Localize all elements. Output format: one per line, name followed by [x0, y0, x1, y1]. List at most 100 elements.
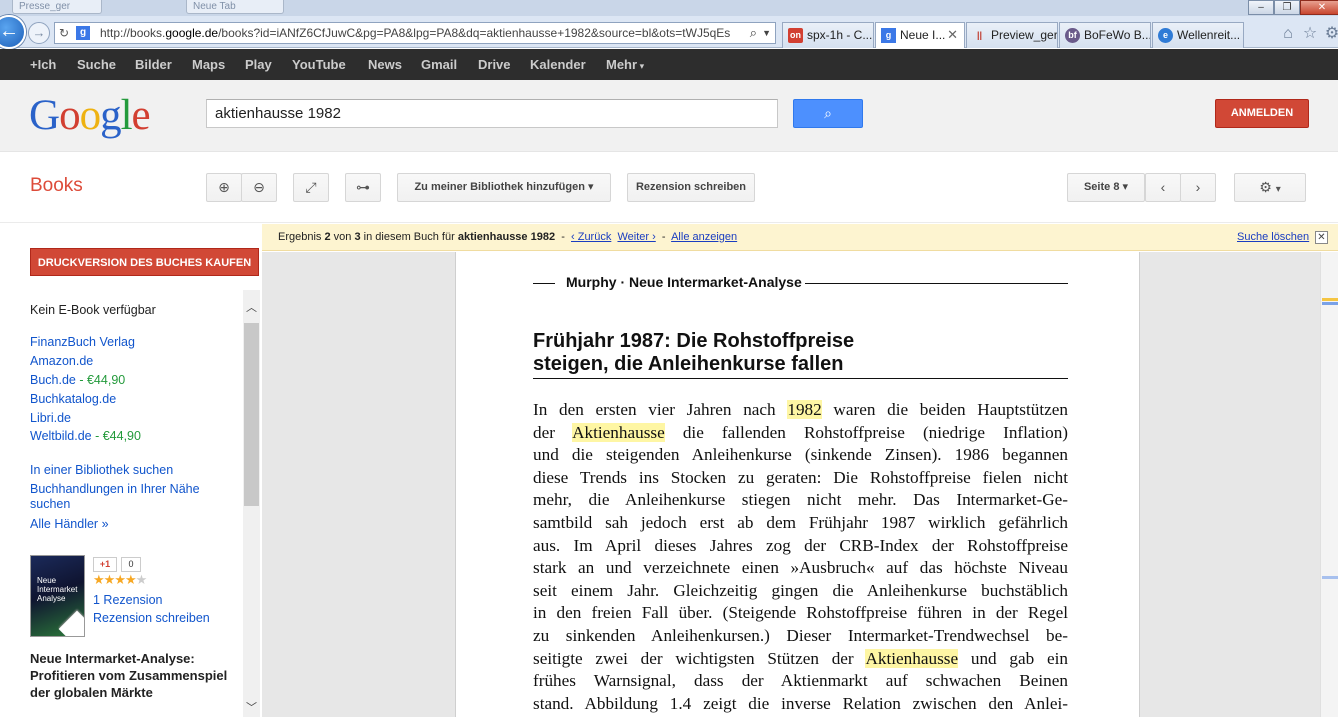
- forward-button[interactable]: →: [28, 22, 50, 44]
- reviews-link[interactable]: 1 Rezension: [93, 593, 163, 607]
- search-icon[interactable]: ⌕: [750, 23, 757, 43]
- close-icon[interactable]: ✕: [1315, 231, 1328, 244]
- all-dealers-link[interactable]: Alle Händler »: [30, 517, 109, 531]
- page-scrollbar[interactable]: [1320, 252, 1338, 717]
- sidebar-scrollbar[interactable]: ︿ ﹀: [243, 290, 260, 717]
- browser-chrome: Presse_ger Neue Tab – ❐ ✕ ← → ↻ g http:/…: [0, 0, 1338, 49]
- favorites-star-icon[interactable]: ☆: [1300, 24, 1320, 44]
- seller-link[interactable]: Amazon.de: [30, 354, 93, 368]
- gbar-link-play[interactable]: Play: [245, 49, 272, 80]
- books-toolbar: Books ⊕ ⊖ ⤢ ⊶ Zu meiner Bibliothek hinzu…: [0, 153, 1338, 223]
- clear-search-link[interactable]: Suche löschen: [1237, 224, 1309, 250]
- text-line: seit einem Jahr. Gleichzeitig gingen die…: [533, 580, 1068, 600]
- write-review-button[interactable]: Rezension schreiben: [627, 173, 755, 202]
- chevron-up-icon[interactable]: ︿: [243, 300, 260, 317]
- search-highlight: Aktienhausse: [865, 648, 959, 668]
- browser-tab[interactable]: bf BoFeWo B...: [1059, 22, 1151, 48]
- add-to-library-button[interactable]: Zu meiner Bibliothek hinzufügen ▾: [397, 173, 611, 202]
- fullscreen-button[interactable]: ⤢: [293, 173, 329, 202]
- book-cover[interactable]: Neue Intermarket Analyse: [30, 555, 85, 637]
- gplus-button[interactable]: +1: [93, 557, 117, 572]
- gbar-link-youtube[interactable]: YouTube: [292, 49, 346, 80]
- scrollbar-thumb[interactable]: [244, 323, 259, 506]
- minimize-button[interactable]: –: [1248, 0, 1274, 15]
- gbar-link-drive[interactable]: Drive: [478, 49, 511, 80]
- home-icon[interactable]: ⌂: [1278, 24, 1298, 44]
- result-back-link[interactable]: ‹ Zurück: [571, 231, 611, 243]
- settings-menu-button[interactable]: ⚙ ▾: [1234, 173, 1306, 202]
- zoom-in-button[interactable]: ⊕: [206, 173, 242, 202]
- gbar-link-kalender[interactable]: Kalender: [530, 49, 586, 80]
- search-highlight: 1982: [787, 400, 822, 419]
- no-ebook-label: Kein E-Book verfügbar: [30, 303, 156, 317]
- result-summary: Ergebnis 2 von 3 in diesem Buch für akti…: [278, 231, 738, 243]
- book-viewer: Murphy · Neue Intermarket-Analyse Frühja…: [262, 252, 1320, 717]
- result-next-link[interactable]: Weiter ›: [617, 231, 655, 243]
- chevron-down-icon[interactable]: ﹀: [243, 700, 260, 717]
- seller-link[interactable]: Buchkatalog.de: [30, 392, 116, 406]
- address-bar[interactable]: ↻ g http://books.google.de/books?id=iANf…: [54, 22, 776, 44]
- refresh-icon[interactable]: ↻: [59, 23, 69, 43]
- seller-link[interactable]: FinanzBuch Verlag: [30, 335, 135, 349]
- tab-favicon-icon: bf: [1065, 28, 1080, 43]
- search-input[interactable]: [206, 99, 778, 128]
- signin-button[interactable]: ANMELDEN: [1215, 99, 1309, 128]
- gbar-link-maps[interactable]: Maps: [192, 49, 225, 80]
- background-tab[interactable]: Neue Tab: [186, 0, 284, 14]
- browser-tab[interactable]: e Wellenreit...: [1152, 22, 1244, 48]
- viewport-marker[interactable]: [1322, 302, 1338, 305]
- text-line: mehr, die Anleihenkurse stiegen nicht me…: [533, 490, 1068, 510]
- tab-favicon-icon: on: [788, 28, 803, 43]
- google-bar: +Ich Suche Bilder Maps Play YouTube News…: [0, 49, 1338, 80]
- nearby-stores-link-cont[interactable]: suchen: [30, 497, 70, 511]
- tab-favicon-icon: e: [1158, 28, 1173, 43]
- google-logo[interactable]: Google: [29, 91, 151, 140]
- result-all-link[interactable]: Alle anzeigen: [671, 231, 737, 243]
- link-button[interactable]: ⊶: [345, 173, 381, 202]
- gbar-link-news[interactable]: News: [368, 49, 402, 80]
- close-window-button[interactable]: ✕: [1300, 0, 1338, 15]
- prev-page-button[interactable]: ‹: [1145, 173, 1181, 202]
- gbar-link-ich[interactable]: +Ich: [30, 49, 56, 80]
- background-tab[interactable]: Presse_ger: [12, 0, 102, 14]
- star-icon: ★: [103, 572, 116, 587]
- chevron-down-icon: ▾: [1275, 184, 1281, 195]
- viewport-marker[interactable]: [1322, 576, 1338, 579]
- gbar-link-gmail[interactable]: Gmail: [421, 49, 457, 80]
- buy-print-button[interactable]: DRUCKVERSION DES BUCHES KAUFEN: [30, 248, 259, 276]
- browser-tab[interactable]: on spx-1h - C...: [782, 22, 874, 48]
- seller-link[interactable]: Weltbild.de - €44,90: [30, 429, 141, 443]
- search-header: Google ⌕ ANMELDEN: [0, 80, 1338, 152]
- chevron-down-icon: ▾: [588, 181, 594, 193]
- library-search-link[interactable]: In einer Bibliothek suchen: [30, 463, 173, 477]
- browser-tab[interactable]: || Preview_ger: [966, 22, 1058, 48]
- books-title[interactable]: Books: [30, 175, 83, 197]
- url-text[interactable]: http://books.google.de/books?id=iANfZ6Cf…: [100, 23, 740, 43]
- gbar-link-mehr[interactable]: Mehr: [606, 49, 644, 82]
- zoom-out-button[interactable]: ⊖: [241, 173, 277, 202]
- seller-link[interactable]: Buch.de - €44,90: [30, 373, 125, 387]
- star-rating: ★★★★★: [93, 572, 147, 588]
- search-hit-marker[interactable]: [1322, 298, 1338, 301]
- search-button[interactable]: ⌕: [793, 99, 863, 128]
- settings-gear-icon[interactable]: ⚙: [1322, 24, 1338, 44]
- restore-button[interactable]: ❐: [1274, 0, 1300, 15]
- text-line: in den freien Fall über. (Steigende Rohs…: [533, 603, 1068, 623]
- nearby-stores-link[interactable]: Buchhandlungen in Ihrer Nähe: [30, 482, 200, 496]
- gbar-link-suche[interactable]: Suche: [77, 49, 116, 80]
- chevron-down-icon[interactable]: ▼: [762, 23, 771, 43]
- next-page-button[interactable]: ›: [1180, 173, 1216, 202]
- tab-label: Neue I...: [900, 28, 946, 42]
- gbar-link-bilder[interactable]: Bilder: [135, 49, 172, 80]
- back-button[interactable]: ←: [0, 15, 26, 49]
- text-line: stark an und verzeichnete einen »Ausbruc…: [533, 558, 1068, 578]
- zoom-in-icon: ⊕: [218, 179, 230, 195]
- seller-link[interactable]: Libri.de: [30, 411, 71, 425]
- write-review-link[interactable]: Rezension schreiben: [93, 611, 210, 625]
- text-line: stand. Abbildung 1.4 zeigt die inverse R…: [533, 693, 1068, 713]
- gplus-count: 0: [121, 557, 141, 572]
- star-icon: ★: [114, 572, 126, 587]
- browser-tab-active[interactable]: g Neue I... ✕: [875, 22, 965, 48]
- page-select[interactable]: Seite 8 ▾: [1067, 173, 1145, 202]
- close-tab-icon[interactable]: ✕: [947, 23, 958, 47]
